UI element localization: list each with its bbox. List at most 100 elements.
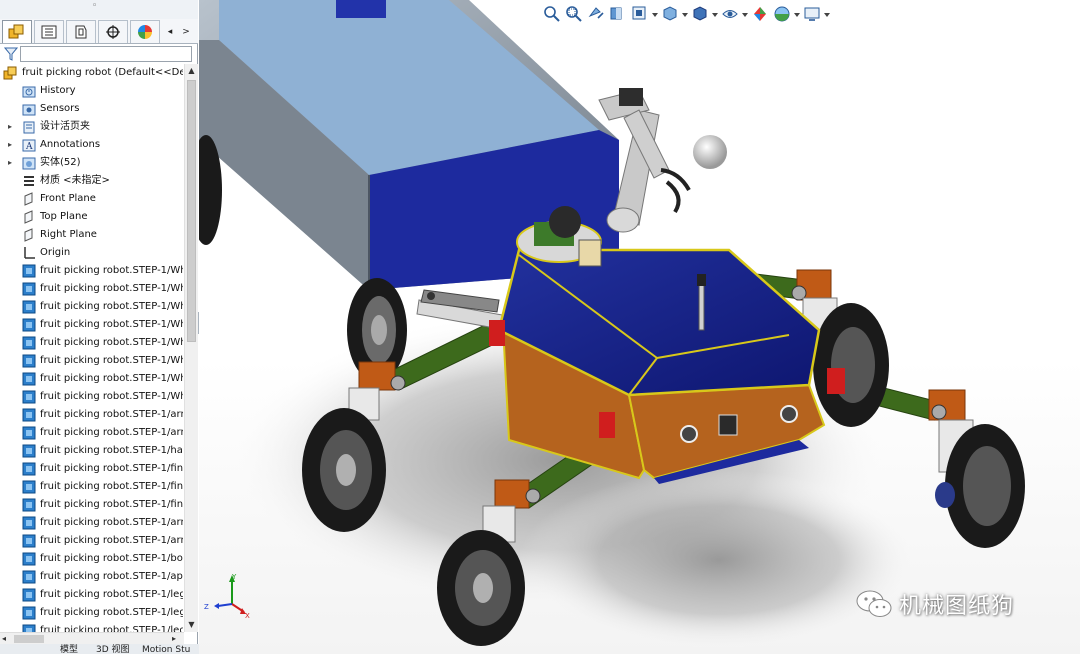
part-icon bbox=[22, 264, 36, 278]
tree-item-label: fruit picking robot.STEP-1/han bbox=[40, 445, 183, 456]
ground-shadow-front bbox=[519, 470, 919, 650]
part-icon bbox=[22, 516, 36, 530]
tree-item-label: Front Plane bbox=[40, 193, 96, 204]
watermark-text: 机械图纸狗 bbox=[899, 594, 1015, 619]
part-icon bbox=[22, 552, 36, 566]
tab-3d-view[interactable]: 3D 视图 bbox=[96, 644, 138, 654]
part-icon bbox=[22, 624, 36, 632]
tree-item-label: 设计活页夹 bbox=[40, 121, 90, 132]
svg-text:A: A bbox=[25, 142, 33, 152]
filter-icon[interactable] bbox=[4, 47, 18, 61]
previous-view-icon bbox=[588, 7, 604, 19]
view-orientation-button[interactable] bbox=[659, 3, 681, 25]
tree-item-label: Origin bbox=[40, 247, 71, 258]
part-icon bbox=[22, 444, 36, 458]
tab-model[interactable]: 模型 bbox=[60, 644, 90, 654]
dropdown-arrow-icon[interactable] bbox=[823, 3, 831, 25]
robot-model-render bbox=[199, 0, 1025, 650]
watermark: 机械图纸狗 bbox=[855, 588, 1014, 620]
origin-icon bbox=[24, 247, 35, 259]
tree-vertical-scrollbar[interactable]: ▲ ▼ bbox=[184, 64, 198, 632]
view-settings-icon bbox=[804, 7, 820, 21]
right-front-wheel bbox=[935, 419, 1025, 548]
zoom-to-area-icon bbox=[566, 6, 582, 22]
graphics-viewport[interactable]: Y X Z 机械图纸狗 bbox=[199, 0, 1080, 654]
feature-manager-panel: ◦ ◂ > fruit picking robot (Default<<Def … bbox=[0, 0, 230, 654]
hide-show-items-button[interactable] bbox=[719, 3, 741, 25]
tab-motion-study[interactable]: Motion Stu bbox=[142, 644, 198, 654]
tree-horizontal-scrollbar[interactable]: ◂ ▸ bbox=[0, 632, 184, 644]
expand-arrow-icon[interactable]: ▸ bbox=[8, 118, 16, 136]
tree-root-label: fruit picking robot (Default<<Def bbox=[22, 67, 183, 78]
apply-scene-icon bbox=[774, 6, 790, 22]
part-icon bbox=[22, 282, 36, 296]
design-binder-icon bbox=[23, 121, 35, 134]
filter-row bbox=[0, 44, 198, 64]
configuration-manager-tab[interactable] bbox=[66, 20, 96, 43]
scroll-thumb[interactable] bbox=[187, 80, 196, 342]
view-settings-button[interactable] bbox=[801, 3, 823, 25]
dropdown-arrow-icon[interactable] bbox=[651, 3, 659, 25]
filter-input[interactable] bbox=[20, 46, 192, 62]
section-view-icon bbox=[610, 7, 622, 20]
expand-arrow-icon[interactable]: ▸ bbox=[8, 154, 16, 172]
plane-icon bbox=[24, 228, 33, 242]
tree-item-label: fruit picking robot.STEP-1/Wh bbox=[40, 265, 183, 276]
display-manager-tab[interactable] bbox=[130, 20, 160, 43]
tree-item-label: fruit picking robot.STEP-1/arm bbox=[40, 427, 183, 438]
assembly-icon bbox=[3, 66, 17, 80]
part-icon bbox=[22, 300, 36, 314]
tree-item-label: fruit picking robot.STEP-1/Wh bbox=[40, 373, 183, 384]
dimxpert-manager-tab[interactable] bbox=[98, 20, 128, 43]
tree-item-label: fruit picking robot.STEP-1/fing bbox=[40, 499, 183, 510]
tree-item-label: fruit picking robot.STEP-1/Wh bbox=[40, 391, 183, 402]
heads-up-view-toolbar bbox=[541, 3, 831, 25]
part-icon bbox=[22, 498, 36, 512]
tree-item-label: fruit picking robot.STEP-1/fing bbox=[40, 463, 183, 474]
zoom-to-area-button[interactable] bbox=[563, 3, 585, 25]
scroll-down-arrow-icon[interactable]: ▼ bbox=[185, 618, 198, 632]
section-view-button[interactable] bbox=[607, 3, 629, 25]
tab-scroll-left-button[interactable]: ◂ bbox=[164, 24, 176, 40]
part-icon bbox=[22, 390, 36, 404]
part-icon bbox=[22, 336, 36, 350]
edit-appearance-button[interactable] bbox=[749, 3, 771, 25]
feature-manager-tab[interactable] bbox=[2, 20, 32, 43]
scroll-up-arrow-icon[interactable]: ▲ bbox=[185, 64, 198, 78]
property-list-icon bbox=[41, 25, 57, 39]
part-icon bbox=[22, 570, 36, 584]
tree-item-label: fruit picking robot.STEP-1/Wh bbox=[40, 319, 183, 330]
dynamic-annotation-icon bbox=[632, 6, 646, 20]
tree-item-label: fruit picking robot.STEP-1/bod bbox=[40, 553, 183, 564]
tree-item-label: fruit picking robot.STEP-1/leg bbox=[40, 607, 183, 618]
dropdown-arrow-icon[interactable] bbox=[681, 3, 689, 25]
tree-item-label: fruit picking robot.STEP-1/fing bbox=[40, 481, 183, 492]
triad-x-label: X bbox=[245, 612, 250, 618]
tree-item-label: fruit picking robot.STEP-1/Wh bbox=[40, 355, 183, 366]
tree-item-label: fruit picking robot.STEP-1/Wh bbox=[40, 283, 183, 294]
dropdown-arrow-icon[interactable] bbox=[793, 3, 801, 25]
part-icon bbox=[22, 606, 36, 620]
tree-item-label: Top Plane bbox=[40, 211, 88, 222]
wechat-logo-icon bbox=[856, 590, 892, 617]
dynamic-annotation-button[interactable] bbox=[629, 3, 651, 25]
expand-arrow-icon[interactable]: ▸ bbox=[8, 136, 16, 154]
previous-view-button[interactable] bbox=[585, 3, 607, 25]
plane-icon bbox=[24, 210, 33, 224]
zoom-to-fit-button[interactable] bbox=[541, 3, 563, 25]
tree-item-label: 材质 <未指定> bbox=[40, 175, 110, 186]
solid-bodies-icon bbox=[22, 157, 36, 170]
view-orientation-icon bbox=[663, 6, 677, 21]
horizontal-scroll-thumb[interactable] bbox=[14, 635, 44, 643]
property-manager-tab[interactable] bbox=[34, 20, 64, 43]
dropdown-arrow-icon[interactable] bbox=[741, 3, 749, 25]
history-folder-icon bbox=[22, 86, 36, 98]
display-style-button[interactable] bbox=[689, 3, 711, 25]
tab-scroll-right-button[interactable]: > bbox=[180, 24, 192, 40]
crosshair-icon bbox=[106, 25, 120, 39]
apply-scene-button[interactable] bbox=[771, 3, 793, 25]
zoom-to-fit-icon bbox=[544, 6, 560, 22]
bottom-tabs: 模型 3D 视图 Motion Stu bbox=[0, 644, 230, 654]
dropdown-arrow-icon[interactable] bbox=[711, 3, 719, 25]
tree-item-label: fruit picking robot.STEP-1/Wh bbox=[40, 337, 183, 348]
